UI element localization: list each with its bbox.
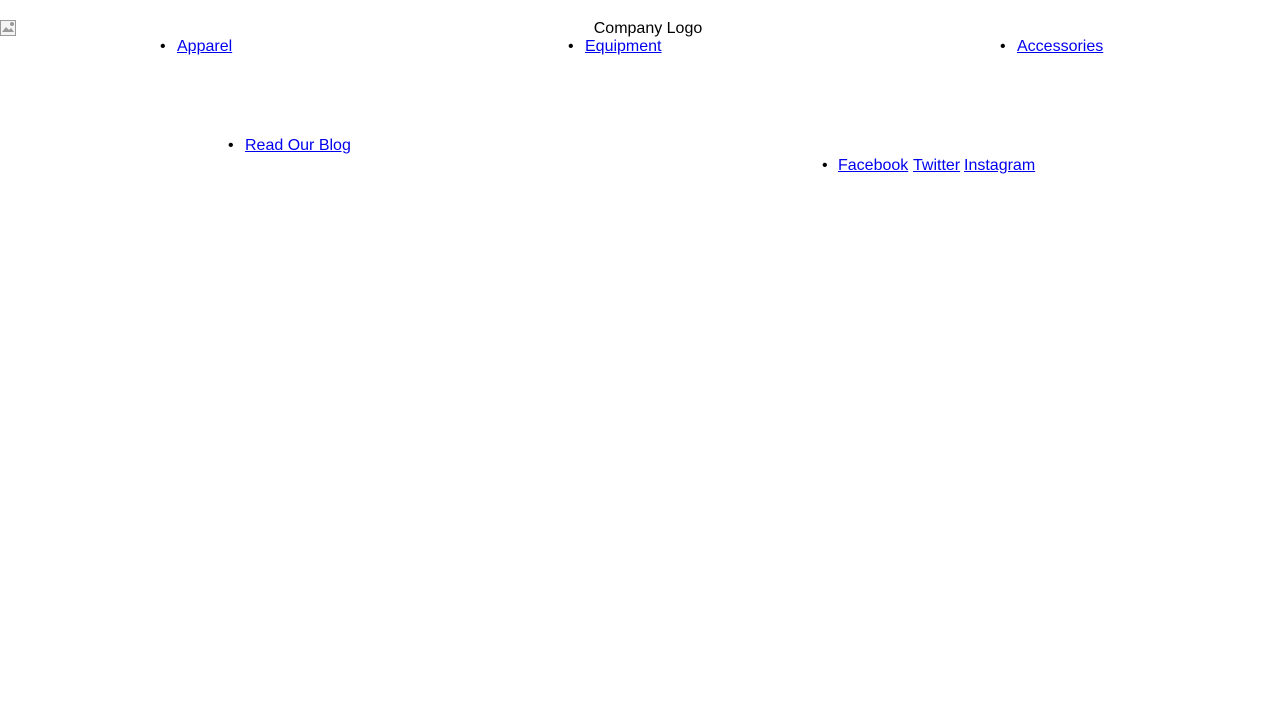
read-blog-link[interactable]: Read Our Blog	[245, 137, 351, 155]
list-bullet: •	[568, 38, 574, 55]
company-logo-text: Company Logo	[593, 20, 703, 37]
list-bullet: •	[1000, 38, 1006, 55]
accessories-link[interactable]: Accessories	[1017, 38, 1103, 56]
facebook-link[interactable]: Facebook	[838, 157, 908, 175]
apparel-link[interactable]: Apparel	[177, 38, 232, 56]
site-header: Company Logo • Apparel • Equipment • Acc…	[0, 0, 1280, 100]
instagram-link[interactable]: Instagram	[964, 157, 1035, 175]
list-bullet: •	[228, 137, 234, 154]
list-bullet: •	[160, 38, 166, 55]
social-links-section: • Facebook Twitter Instagram	[0, 157, 1280, 181]
list-bullet: •	[822, 157, 828, 174]
main-navigation: • Apparel • Equipment • Accessories	[0, 38, 1280, 62]
twitter-link[interactable]: Twitter	[913, 157, 960, 175]
equipment-link[interactable]: Equipment	[585, 38, 662, 56]
